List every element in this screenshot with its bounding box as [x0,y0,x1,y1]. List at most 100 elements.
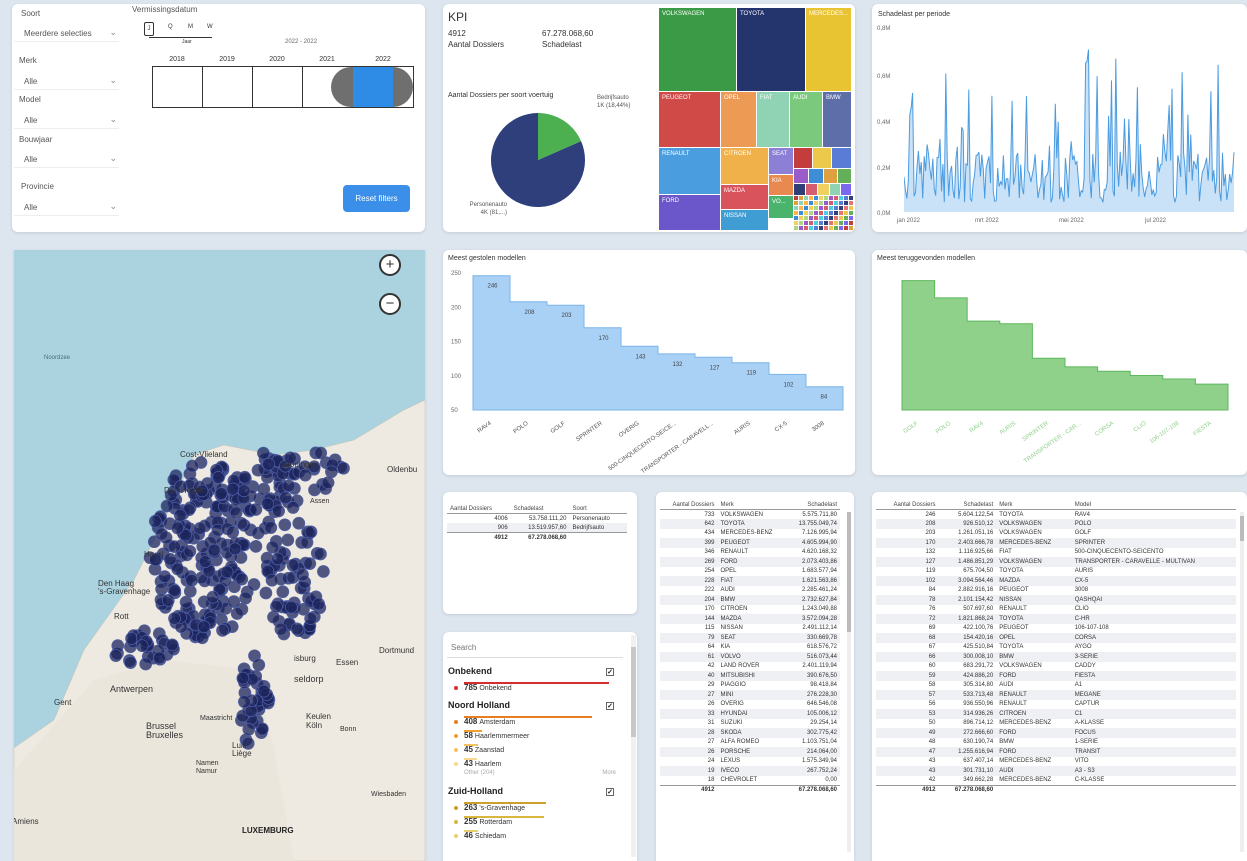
table-row[interactable]: 27 ALFA ROMEO 1.103.751,04 [660,738,840,748]
table-row[interactable]: 69 422.100,76 PEUGEOT 106-107-108 [876,624,1236,634]
treemap-tile[interactable] [814,221,818,225]
table-row[interactable]: 170 2.403.666,78 MERCEDES-BENZ SPRINTER [876,538,1236,548]
location-dot[interactable] [238,695,251,709]
location-dot[interactable] [286,501,300,514]
treemap-tile[interactable] [809,206,813,210]
treemap-tile[interactable] [809,196,813,200]
location-dot[interactable] [249,503,263,516]
treemap-tile[interactable] [799,206,803,210]
treemap-tile[interactable] [834,196,838,200]
treemap-tile[interactable] [809,201,813,205]
treemap-tile[interactable] [834,211,838,215]
theft-map[interactable]: Noordzee Groningen Oldenbu Cost-Vlieland… [14,250,425,861]
location-dot[interactable] [281,533,295,547]
treemap-tile[interactable] [809,211,813,215]
location-dot[interactable] [168,540,181,553]
treemap-tile[interactable] [799,211,803,215]
location-dot[interactable] [337,461,350,475]
location-dot[interactable] [198,555,212,568]
treemap-tile[interactable]: FIAT [757,92,789,147]
slicer-group[interactable]: Noord Holland ✓ [448,700,624,714]
location-dot[interactable] [238,470,252,484]
table-row[interactable]: 132 1.116.925,66 FIAT 500-CINQUECENTO-SEICE… [876,548,1236,558]
range-handle-right[interactable] [393,67,413,107]
location-dot[interactable] [171,521,184,535]
table-row[interactable]: 733 VOLKSWAGEN 5.575.711,80 [660,510,840,520]
treemap-tile[interactable]: PEUGEOT [659,92,720,147]
year-cell[interactable] [203,67,253,107]
location-dot[interactable] [109,649,123,662]
location-dot[interactable] [239,591,252,605]
location-dot[interactable] [257,482,271,496]
location-dot[interactable] [160,499,174,513]
treemap-tile[interactable] [804,196,808,200]
treemap-tile[interactable]: VO... [769,196,793,218]
treemap-tile[interactable] [839,216,843,220]
treemap-tile[interactable] [794,221,798,225]
location-dot[interactable] [261,497,274,511]
table-row[interactable]: 84 2.882.916,16 PEUGEOT 3008 [876,586,1236,596]
treemap-tile[interactable] [804,226,808,230]
slicer-item[interactable]: 408 Amsterdam [448,716,624,728]
treemap-tile[interactable]: BMW [823,92,851,147]
slicer-scroll-thumb[interactable] [631,647,636,737]
table-row[interactable]: 906 13.519.957,60 Bedrijfsauto [447,523,627,533]
location-dot[interactable] [168,612,181,625]
table-row[interactable]: 50 896.714,12 MERCEDES-BENZ A-KLASSE [876,719,1236,729]
soort-dropdown[interactable]: Meerdere selecties ⌄ [14,26,119,42]
treemap-tile[interactable] [829,206,833,210]
treemap-tile[interactable] [834,216,838,220]
table-row[interactable]: 33 HYUNDAI 105.006,12 [660,709,840,719]
treemap-tile[interactable] [830,184,840,195]
merk-dropdown[interactable]: Alle ⌄ [14,74,119,90]
checkbox-icon[interactable]: ✓ [606,668,614,676]
location-dot[interactable] [229,506,243,520]
brand-table-scrollbar[interactable] [847,512,851,852]
table-row[interactable]: 60 683.291,72 VOLKSWAGEN CADDY [876,662,1236,672]
treemap-tile[interactable]: VOLKSWAGEN [659,8,736,91]
location-dot[interactable] [290,622,304,636]
treemap-tile[interactable] [839,221,843,225]
table-row[interactable]: 28 SKODA 302.775,42 [660,728,840,738]
location-dot[interactable] [207,543,221,557]
table-row[interactable]: 48 630.190,74 BMW 1-SERIE [876,738,1236,748]
treemap-tile[interactable] [813,148,831,168]
location-dot[interactable] [298,468,312,482]
location-dot[interactable] [226,482,240,496]
year-cell-selected[interactable] [331,67,413,107]
treemap-tile[interactable] [824,211,828,215]
col-header[interactable]: Aantal Dossiers [660,500,717,510]
col-header[interactable]: Merk [996,500,1071,510]
location-dot[interactable] [135,639,149,653]
treemap-tile[interactable] [794,184,805,195]
granularity-m[interactable]: M [188,24,193,30]
treemap-tile[interactable] [799,226,803,230]
treemap-tile[interactable] [814,206,818,210]
table-row[interactable]: 79 SEAT 330.669,78 [660,633,840,643]
location-dot[interactable] [220,565,234,579]
location-dot[interactable] [279,491,292,505]
table-row[interactable]: 61 VOLVO 516.073,44 [660,652,840,662]
granularity-q[interactable]: Q [168,24,173,30]
treemap-tile[interactable] [839,226,843,230]
location-dot[interactable] [252,658,266,672]
treemap-tile[interactable]: NISSAN [721,210,768,230]
location-dot[interactable] [125,632,138,645]
map-canvas[interactable] [14,250,425,861]
slicer-scrollbar[interactable] [631,635,636,857]
treemap-tile[interactable] [804,216,808,220]
treemap-tile[interactable] [834,226,838,230]
table-row[interactable]: 254 OPEL 1.683.577,94 [660,567,840,577]
slicer-group[interactable]: Onbekend ✓ [448,666,624,680]
location-dot[interactable] [212,471,225,484]
table-row[interactable]: 208 926.510,12 VOLKSWAGEN POLO [876,519,1236,529]
found-area[interactable] [901,280,1229,411]
treemap-tile[interactable]: SEAT [769,148,793,174]
table-row[interactable]: 76 507.697,60 RENAULT CLIO [876,605,1236,615]
treemap-tile[interactable] [844,206,848,210]
location-dot[interactable] [303,557,317,570]
table-row[interactable]: 67 425.510,84 TOYOTA AYGO [876,643,1236,653]
checkbox-icon[interactable]: ✓ [606,702,614,710]
treemap-tile[interactable] [799,216,803,220]
location-dot[interactable] [124,656,137,669]
